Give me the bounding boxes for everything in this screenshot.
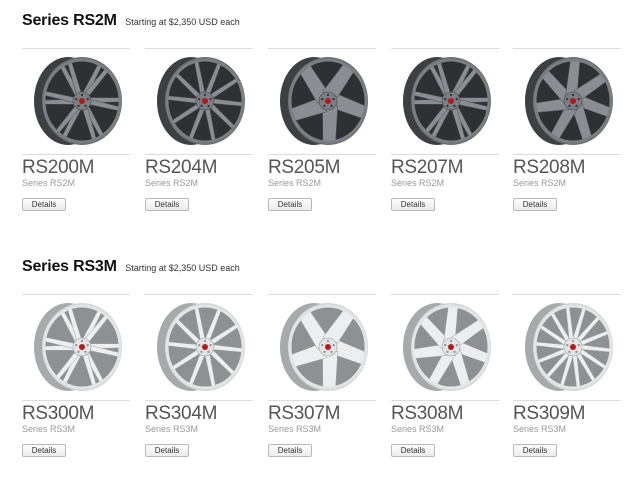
wheel-image[interactable] bbox=[28, 298, 124, 396]
details-button[interactable]: Details bbox=[268, 198, 312, 211]
wheel-series-label: Series RS3M bbox=[145, 424, 199, 434]
card-divider bbox=[513, 400, 621, 401]
details-button[interactable]: Details bbox=[391, 444, 435, 457]
wheel-image[interactable] bbox=[28, 52, 124, 150]
wheel-model-name[interactable]: RS208M bbox=[513, 157, 585, 179]
wheel-image[interactable] bbox=[151, 52, 247, 150]
series-title: Series RS2M bbox=[22, 12, 117, 29]
details-button[interactable]: Details bbox=[268, 444, 312, 457]
wheel-image[interactable] bbox=[397, 52, 493, 150]
card-divider-top bbox=[391, 294, 499, 295]
wheel-series-label: Series RS2M bbox=[391, 178, 445, 188]
wheel-model-name[interactable]: RS207M bbox=[391, 157, 463, 179]
card-divider-top bbox=[145, 294, 253, 295]
card-divider bbox=[145, 154, 253, 155]
wheel-model-name[interactable]: RS307M bbox=[268, 403, 340, 425]
series-price: Starting at $2,350 USD each bbox=[125, 17, 240, 27]
card-divider bbox=[145, 400, 253, 401]
details-button[interactable]: Details bbox=[22, 444, 66, 457]
card-divider bbox=[391, 400, 499, 401]
card-divider bbox=[268, 154, 376, 155]
wheel-series-label: Series RS3M bbox=[391, 424, 445, 434]
wheel-image[interactable] bbox=[151, 298, 247, 396]
wheel-image[interactable] bbox=[519, 52, 615, 150]
card-divider bbox=[268, 400, 376, 401]
wheel-image[interactable] bbox=[274, 52, 370, 150]
card-divider bbox=[22, 154, 130, 155]
wheel-model-name[interactable]: RS200M bbox=[22, 157, 94, 179]
wheel-model-name[interactable]: RS205M bbox=[268, 157, 340, 179]
details-button[interactable]: Details bbox=[513, 444, 557, 457]
wheel-series-label: Series RS3M bbox=[268, 424, 322, 434]
card-divider-top bbox=[22, 294, 130, 295]
card-divider-top bbox=[268, 48, 376, 49]
card-divider-top bbox=[391, 48, 499, 49]
series-title: Series RS3M bbox=[22, 258, 117, 275]
card-divider bbox=[391, 154, 499, 155]
card-divider-top bbox=[268, 294, 376, 295]
card-divider bbox=[513, 154, 621, 155]
wheel-series-label: Series RS2M bbox=[513, 178, 567, 188]
details-button[interactable]: Details bbox=[391, 198, 435, 211]
wheel-series-label: Series RS3M bbox=[22, 424, 76, 434]
series-header: Series RS2M Starting at $2,350 USD each bbox=[22, 12, 240, 30]
details-button[interactable]: Details bbox=[22, 198, 66, 211]
wheel-image[interactable] bbox=[274, 298, 370, 396]
details-button[interactable]: Details bbox=[513, 198, 557, 211]
wheel-model-name[interactable]: RS300M bbox=[22, 403, 94, 425]
wheel-model-name[interactable]: RS308M bbox=[391, 403, 463, 425]
wheel-model-name[interactable]: RS309M bbox=[513, 403, 585, 425]
details-button[interactable]: Details bbox=[145, 444, 189, 457]
wheel-image[interactable] bbox=[397, 298, 493, 396]
card-divider-top bbox=[513, 294, 621, 295]
wheel-image[interactable] bbox=[519, 298, 615, 396]
series-price: Starting at $2,350 USD each bbox=[125, 263, 240, 273]
wheel-series-label: Series RS2M bbox=[22, 178, 76, 188]
card-divider-top bbox=[513, 48, 621, 49]
series-header: Series RS3M Starting at $2,350 USD each bbox=[22, 258, 240, 276]
card-divider-top bbox=[22, 48, 130, 49]
wheel-model-name[interactable]: RS204M bbox=[145, 157, 217, 179]
card-divider bbox=[22, 400, 130, 401]
wheel-model-name[interactable]: RS304M bbox=[145, 403, 217, 425]
wheel-series-label: Series RS2M bbox=[145, 178, 199, 188]
card-divider-top bbox=[145, 48, 253, 49]
details-button[interactable]: Details bbox=[145, 198, 189, 211]
wheel-series-label: Series RS2M bbox=[268, 178, 322, 188]
wheel-series-label: Series RS3M bbox=[513, 424, 567, 434]
